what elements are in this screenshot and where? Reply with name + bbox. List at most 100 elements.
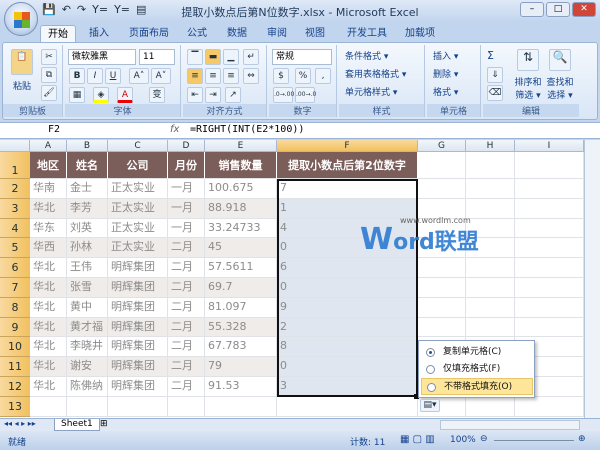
align-middle-icon[interactable]: ▬ — [205, 49, 221, 65]
empty-cell[interactable] — [418, 278, 466, 298]
sheet-tab-sheet1[interactable]: Sheet1 — [54, 419, 100, 431]
grow-font-button[interactable]: A˄ — [129, 68, 149, 84]
comma-button[interactable]: , — [315, 68, 331, 84]
table-cell[interactable]: 刘英 — [67, 218, 108, 239]
empty-cell[interactable] — [418, 152, 466, 179]
table-cell[interactable]: 华南 — [30, 179, 67, 199]
row-header-10[interactable]: 10 — [0, 337, 30, 358]
align-center-icon[interactable]: ≡ — [205, 68, 221, 84]
shrink-font-button[interactable]: A˅ — [151, 68, 171, 84]
align-top-icon[interactable]: ▔ — [187, 49, 203, 65]
row-header-6[interactable]: 6 — [0, 258, 30, 278]
number-format-select[interactable]: 常规 — [272, 49, 332, 65]
empty-cell[interactable] — [108, 396, 168, 417]
tab-review[interactable]: 审阅 — [260, 25, 294, 42]
paste-icon[interactable]: 📋 — [11, 49, 33, 75]
table-cell[interactable]: 正太实业 — [108, 238, 168, 259]
empty-cell[interactable] — [515, 179, 584, 199]
column-header-G[interactable]: G — [418, 140, 466, 152]
table-cell[interactable]: 79 — [205, 357, 277, 377]
empty-cell[interactable] — [466, 278, 515, 298]
empty-cell[interactable] — [515, 396, 584, 417]
font-name-select[interactable]: 微软雅黑 — [68, 49, 136, 65]
table-cell[interactable]: 明辉集团 — [108, 317, 168, 338]
empty-cell[interactable] — [466, 152, 515, 179]
option-fill-without-formatting[interactable]: 不带格式填充(O) — [421, 378, 533, 395]
table-cell[interactable]: 华北 — [30, 297, 67, 318]
view-buttons[interactable]: ▦ ▢ ▥ — [400, 434, 435, 445]
table-cell[interactable]: 明辉集团 — [108, 258, 168, 278]
empty-cell[interactable] — [277, 396, 418, 417]
cut-icon[interactable]: ✂ — [41, 49, 57, 65]
sheet-nav-icons[interactable]: ◂◂ ◂ ▸ ▸▸ — [4, 419, 36, 428]
table-cell[interactable]: 二月 — [168, 297, 205, 318]
table-cell[interactable]: 二月 — [168, 278, 205, 298]
minimize-button[interactable]: – — [520, 2, 544, 17]
table-cell[interactable]: 一月 — [168, 198, 205, 219]
table-cell[interactable]: 华北 — [30, 377, 67, 397]
delete-button[interactable]: 删除 ▾ — [433, 67, 458, 80]
column-header-B[interactable]: B — [67, 140, 108, 152]
table-cell[interactable]: 华北 — [30, 337, 67, 358]
format-button[interactable]: 格式 ▾ — [433, 85, 458, 98]
table-cell[interactable]: 华东 — [30, 218, 67, 239]
empty-cell[interactable] — [418, 297, 466, 318]
table-cell[interactable]: 45 — [205, 238, 277, 259]
column-header-E[interactable]: E — [205, 140, 277, 152]
column-header-C[interactable]: C — [108, 140, 168, 152]
merge-icon[interactable]: ⇔ — [243, 68, 259, 84]
table-cell[interactable]: 明辉集团 — [108, 357, 168, 377]
table-cell[interactable]: 二月 — [168, 238, 205, 259]
insert-sheet-icon[interactable]: ⊞ — [100, 419, 108, 429]
sort-filter-icon[interactable]: ⇅ — [517, 49, 539, 71]
table-cell[interactable]: 57.5611 — [205, 258, 277, 278]
border-icon[interactable]: ▦ — [69, 87, 85, 103]
tab-developer[interactable]: 开发工具 — [340, 25, 394, 42]
table-cell[interactable]: 91.53 — [205, 377, 277, 397]
row-header-2[interactable]: 2 — [0, 179, 30, 199]
row-header-12[interactable]: 12 — [0, 377, 30, 397]
align-bottom-icon[interactable]: ▁ — [223, 49, 239, 65]
table-cell[interactable]: 华北 — [30, 317, 67, 338]
align-left-icon[interactable]: ≡ — [187, 68, 203, 84]
table-cell[interactable]: 81.097 — [205, 297, 277, 318]
empty-cell[interactable] — [418, 258, 466, 278]
currency-icon[interactable]: $ — [273, 68, 289, 84]
wrap-text-icon[interactable]: ↵ — [243, 49, 259, 65]
row-header-9[interactable]: 9 — [0, 317, 30, 338]
select-all-corner[interactable] — [0, 140, 30, 152]
table-cell[interactable]: 华北 — [30, 278, 67, 298]
percent-button[interactable]: % — [295, 68, 311, 84]
empty-cell[interactable] — [466, 179, 515, 199]
row-header-4[interactable]: 4 — [0, 218, 30, 239]
row-header-13[interactable]: 13 — [0, 396, 30, 417]
cell-styles-button[interactable]: 单元格样式 ▾ — [345, 85, 397, 98]
table-cell[interactable]: 正太实业 — [108, 198, 168, 219]
option-fill-formatting-only[interactable]: 仅填充格式(F) — [421, 361, 533, 378]
tab-insert[interactable]: 插入 — [82, 25, 116, 42]
decrease-decimal-button[interactable]: .00→.0 — [295, 87, 316, 103]
empty-cell[interactable] — [515, 198, 584, 219]
tab-page-layout[interactable]: 页面布局 — [122, 25, 176, 42]
format-painter-icon[interactable]: 🖌 — [41, 85, 57, 101]
empty-cell[interactable] — [515, 258, 584, 278]
autosum-button[interactable]: Σ — [487, 49, 494, 62]
increase-indent-icon[interactable]: ⇥ — [205, 87, 221, 103]
empty-cell[interactable] — [30, 396, 67, 417]
table-cell[interactable]: 55.328 — [205, 317, 277, 338]
empty-cell[interactable] — [515, 152, 584, 179]
font-color-button[interactable]: A — [117, 87, 133, 103]
empty-cell[interactable] — [67, 396, 108, 417]
option-copy-cells[interactable]: 复制单元格(C) — [421, 344, 533, 361]
tab-addins[interactable]: 加载项 — [398, 25, 442, 42]
empty-cell[interactable] — [466, 396, 515, 417]
table-cell[interactable]: 明辉集团 — [108, 377, 168, 397]
empty-cell[interactable] — [515, 238, 584, 259]
clear-icon[interactable]: ⌫ — [487, 85, 503, 101]
table-cell[interactable]: 陈佛纳 — [67, 377, 108, 397]
table-cell[interactable]: 88.918 — [205, 198, 277, 219]
fx-icon[interactable]: fx — [170, 124, 179, 135]
table-cell[interactable]: 100.675 — [205, 179, 277, 199]
table-cell[interactable]: 一月 — [168, 179, 205, 199]
column-header-F[interactable]: F — [277, 140, 418, 152]
